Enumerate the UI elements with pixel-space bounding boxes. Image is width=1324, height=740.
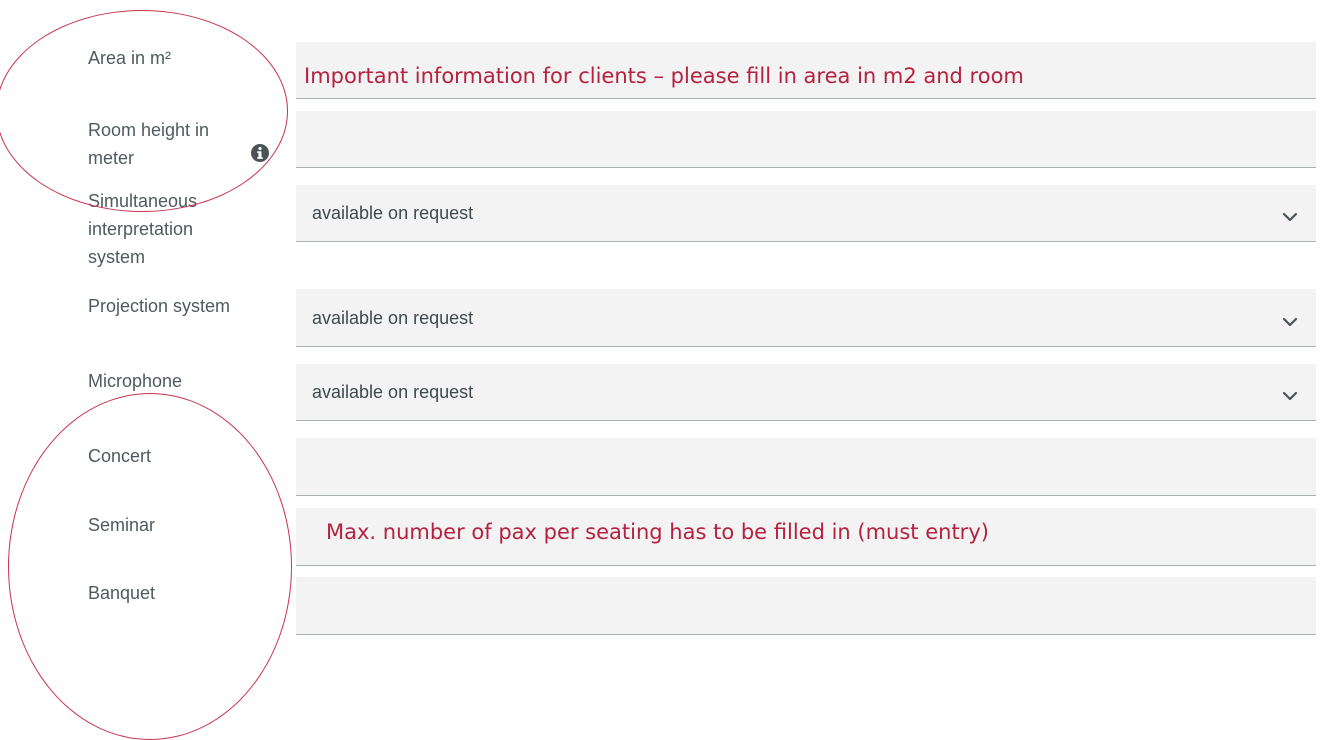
concert-input[interactable] (296, 438, 1316, 496)
label-projection-system: Projection system (88, 296, 231, 316)
microphone-selected: available on request (312, 382, 474, 402)
simultaneous-interpretation-select[interactable]: available on request (296, 185, 1316, 242)
room-height-input[interactable] (296, 111, 1316, 168)
annotation-area-note: Important information for clients – plea… (304, 64, 1024, 88)
label-seminar: Seminar (88, 515, 156, 535)
label-microphone: Microphone (88, 371, 183, 391)
label-banquet: Banquet (88, 583, 156, 603)
projection-system-selected: available on request (312, 308, 474, 328)
label-simultaneous-interpretation: Simultaneous interpretation system (88, 191, 198, 267)
simultaneous-interpretation-selected: available on request (312, 203, 474, 223)
label-area: Area in m² (88, 48, 172, 68)
label-room-height: Room height in meter (88, 120, 210, 168)
chevron-down-icon[interactable] (1280, 386, 1300, 406)
chevron-down-icon[interactable] (1280, 312, 1300, 332)
microphone-select[interactable]: available on request (296, 364, 1316, 421)
projection-system-select[interactable]: available on request (296, 289, 1316, 347)
annotation-seating-note: Max. number of pax per seating has to be… (326, 520, 989, 544)
banquet-input[interactable] (296, 577, 1316, 635)
label-concert: Concert (88, 446, 152, 466)
chevron-down-icon[interactable] (1280, 207, 1300, 227)
annotation-circle-top (0, 10, 288, 212)
info-icon[interactable] (250, 143, 270, 163)
